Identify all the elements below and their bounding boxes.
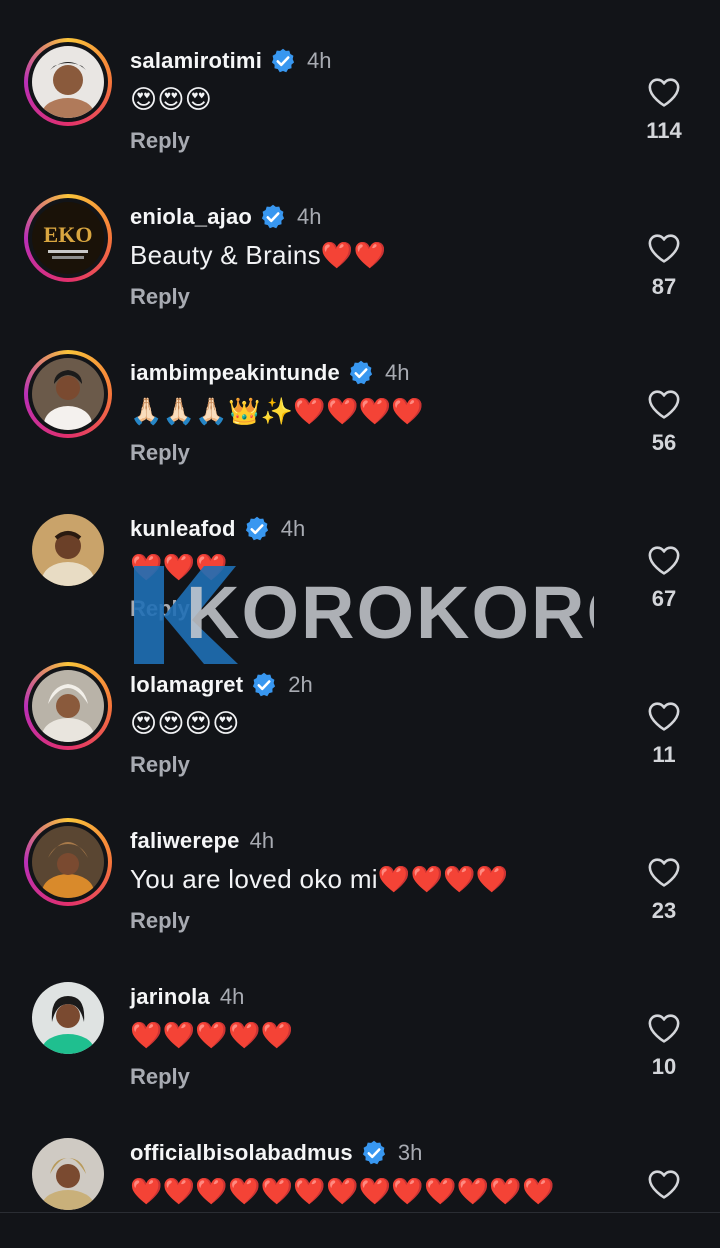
like-button[interactable]: 23	[634, 856, 694, 924]
like-button[interactable]: 67	[634, 544, 694, 612]
comment-item: kunleafod 4h ❤️❤️❤️ Reply 67	[0, 468, 720, 624]
username[interactable]: jarinola	[130, 984, 210, 1010]
like-button[interactable]: 11	[634, 700, 694, 768]
username[interactable]: salamirotimi	[130, 48, 262, 74]
reply-button[interactable]: Reply	[130, 284, 190, 310]
comment-time: 2h	[288, 672, 313, 697]
comment-text: You are loved oko mi❤️❤️❤️❤️	[130, 864, 509, 894]
heart-icon	[648, 1170, 680, 1199]
heart-icon	[648, 78, 680, 107]
like-count: 23	[651, 898, 677, 923]
username[interactable]: officialbisolabadmus	[130, 1140, 353, 1166]
like-count: 87	[651, 274, 677, 299]
avatar[interactable]	[24, 506, 112, 594]
like-button[interactable]: 10	[634, 1012, 694, 1080]
comment-item: EKO eniola_ajao 4h Beauty & Brains❤️❤️ R…	[0, 156, 720, 312]
comment-text: 😍😍😍	[130, 84, 213, 114]
username[interactable]: eniola_ajao	[130, 204, 252, 230]
comment-time: 4h	[385, 360, 410, 385]
like-count: 10	[651, 1054, 677, 1079]
username[interactable]: iambimpeakintunde	[130, 360, 340, 386]
username[interactable]: kunleafod	[130, 516, 236, 542]
comment-time: 4h	[249, 828, 275, 853]
avatar[interactable]	[24, 38, 112, 126]
heart-icon	[648, 234, 680, 263]
comment-text: ❤️❤️❤️	[130, 552, 229, 582]
comment-time: 4h	[280, 516, 306, 541]
comment-text: 😍😍😍😍	[130, 708, 240, 738]
reply-button[interactable]: Reply	[130, 440, 190, 466]
svg-text:EKO: EKO	[44, 222, 93, 247]
avatar[interactable]	[24, 1130, 112, 1218]
comment-text: Beauty & Brains❤️❤️	[130, 240, 387, 270]
avatar-image	[32, 1138, 104, 1210]
comment-time: 4h	[307, 48, 332, 73]
like-count: 11	[652, 742, 676, 767]
comment-text: ❤️❤️❤️❤️❤️❤️❤️❤️❤️❤️❤️❤️❤️	[130, 1176, 555, 1206]
comment-item: jarinola 4h ❤️❤️❤️❤️❤️ Reply 10	[0, 936, 720, 1092]
like-count: 67	[651, 586, 677, 611]
avatar-image	[32, 514, 104, 586]
heart-icon	[648, 858, 680, 887]
like-button[interactable]	[634, 1168, 694, 1200]
verified-badge-icon	[261, 204, 285, 229]
avatar-image	[32, 358, 104, 430]
avatar-image	[32, 670, 104, 742]
username[interactable]: lolamagret	[130, 672, 243, 698]
comment-item: salamirotimi 4h 😍😍😍 Reply 114	[0, 0, 720, 156]
reply-button[interactable]: Reply	[130, 908, 190, 934]
comment-time: 4h	[219, 984, 245, 1009]
avatar[interactable]: EKO	[24, 194, 112, 282]
avatar[interactable]	[24, 662, 112, 750]
like-count: 56	[651, 430, 677, 455]
avatar-image	[32, 826, 104, 898]
reply-button[interactable]: Reply	[130, 752, 190, 778]
reply-button[interactable]: Reply	[130, 596, 190, 622]
heart-icon	[648, 702, 680, 731]
avatar-image: EKO	[32, 202, 104, 274]
reply-button[interactable]: Reply	[130, 128, 190, 154]
like-count: 114	[646, 118, 682, 143]
like-button[interactable]: 114	[634, 76, 694, 144]
avatar[interactable]	[24, 818, 112, 906]
verified-badge-icon	[362, 1140, 385, 1165]
heart-icon	[648, 546, 680, 575]
comment-item: iambimpeakintunde 4h 🙏🏻🙏🏻🙏🏻👑✨❤️❤️❤️❤️ Re…	[0, 312, 720, 468]
comment-text: ❤️❤️❤️❤️❤️	[130, 1020, 294, 1050]
heart-icon	[648, 1014, 680, 1043]
avatar[interactable]	[24, 350, 112, 438]
like-button[interactable]: 87	[634, 232, 694, 300]
verified-badge-icon	[245, 516, 268, 541]
comment-text: 🙏🏻🙏🏻🙏🏻👑✨❤️❤️❤️❤️	[130, 396, 425, 426]
verified-badge-icon	[271, 48, 295, 73]
bottom-divider	[0, 1212, 720, 1230]
avatar[interactable]	[24, 974, 112, 1062]
heart-icon	[648, 390, 680, 419]
verified-badge-icon	[349, 360, 373, 385]
avatar-image	[32, 46, 104, 118]
username[interactable]: faliwerepe	[130, 828, 240, 854]
comments-list: salamirotimi 4h 😍😍😍 Reply 114 EKO eniola…	[0, 0, 720, 1248]
verified-badge-icon	[253, 672, 276, 697]
comment-item: lolamagret 2h 😍😍😍😍 Reply 11	[0, 624, 720, 780]
comment-time: 3h	[397, 1140, 423, 1165]
avatar-image	[32, 982, 104, 1054]
comment-time: 4h	[297, 204, 322, 229]
comment-item: faliwerepe 4h You are loved oko mi❤️❤️❤️…	[0, 780, 720, 936]
reply-button[interactable]: Reply	[130, 1064, 190, 1090]
like-button[interactable]: 56	[634, 388, 694, 456]
